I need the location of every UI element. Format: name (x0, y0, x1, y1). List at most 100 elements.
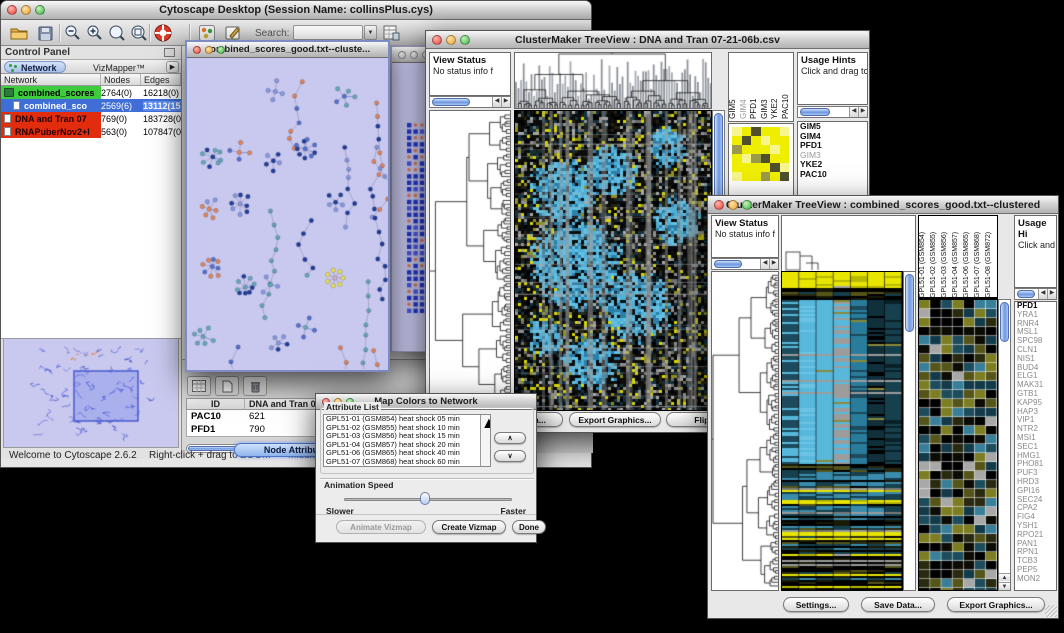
create-vizmapbutton[interactable]: Create Vizmap (432, 520, 506, 534)
matrix-cell (742, 163, 752, 172)
donebutton[interactable]: Done (512, 520, 546, 534)
row-labels-panel: PFD1YRA1RNR4MSL1SPC98CLN1NIS1BUD4ELG1MAK… (1014, 301, 1057, 591)
animation-speed-label: Animation Speed (324, 480, 393, 490)
network-edges-count: 16218(0) (143, 88, 181, 98)
window-controls (7, 5, 45, 15)
resize-grip[interactable] (1045, 605, 1057, 617)
float-panel-icon[interactable] (164, 48, 175, 57)
close-icon[interactable] (193, 46, 201, 54)
zoom-out-icon[interactable] (63, 23, 83, 43)
save-disk-icon[interactable] (35, 23, 55, 43)
move-up-button[interactable]: ∧ (494, 432, 526, 444)
heatmap-zoom[interactable] (918, 299, 998, 591)
column-edges[interactable]: Edges (141, 74, 181, 85)
minimize-icon[interactable] (728, 200, 738, 210)
summary-matrix[interactable] (732, 127, 790, 181)
network-list-row[interactable]: combined_sco2569(6)13112(15) (1, 99, 181, 112)
search-label: Search: (255, 28, 289, 39)
close-icon[interactable] (432, 35, 442, 45)
attribute-list-vscrollbar[interactable]: ▲▼ (480, 415, 490, 466)
column-id[interactable]: ID (187, 399, 245, 409)
heatmap-global[interactable] (781, 271, 903, 591)
usage-hints-hscrollbar[interactable]: ◀▶ (1014, 288, 1057, 300)
heatmap-zoom-vscrollbar[interactable]: ▲▼ (998, 299, 1011, 591)
export-graphics-button[interactable]: Export Graphics... (947, 597, 1045, 612)
minimize-icon[interactable] (21, 5, 31, 15)
close-icon[interactable] (398, 51, 406, 59)
matrix-cell (732, 163, 742, 172)
matrix-cell (732, 136, 742, 145)
column-label: GIM5 (729, 53, 740, 119)
minimize-icon[interactable] (446, 35, 456, 45)
zoom-fit-selected-icon[interactable] (129, 23, 149, 43)
network-overview[interactable] (3, 338, 179, 448)
search-input[interactable] (293, 25, 363, 40)
gene-list: PFD1YRA1RNR4MSL1SPC98CLN1NIS1BUD4ELG1MAK… (1015, 302, 1056, 584)
view-status-hscrollbar[interactable]: ◀▶ (711, 258, 779, 270)
matrix-cell (751, 136, 761, 145)
minimize-icon[interactable] (205, 46, 213, 54)
matrix-cell (761, 172, 771, 181)
zoom-window-icon[interactable] (460, 35, 470, 45)
toolbar-separator (149, 24, 150, 42)
slider-thumb[interactable] (420, 492, 430, 505)
zoom-in-icon[interactable] (85, 23, 105, 43)
zoom-window-icon[interactable] (742, 200, 752, 210)
usage-hints-panel: Usage Hi Click and (1014, 215, 1057, 288)
column-network[interactable]: Network (1, 74, 101, 85)
open-folder-icon[interactable] (9, 23, 29, 43)
row-dendrogram[interactable] (429, 110, 511, 411)
zoom-window-icon[interactable] (217, 46, 225, 54)
column-nodes[interactable]: Nodes (101, 74, 141, 85)
tab-network[interactable]: Network (4, 61, 66, 73)
row-dendrogram[interactable] (711, 271, 779, 591)
move-down-button[interactable]: ∨ (494, 450, 526, 462)
column-dendrogram[interactable] (781, 215, 916, 273)
attribute-listbox[interactable]: GPL51-01 (GSM854) heat shock 05 minGPL51… (323, 414, 491, 467)
help-lifering-icon[interactable] (153, 23, 173, 43)
delete-attribute-trash-icon[interactable] (243, 376, 267, 396)
animate-vizmapbutton: Animate Vizmap (336, 520, 426, 534)
window-controls (193, 46, 225, 54)
tab-vizmapper[interactable]: VizMapper™ (93, 62, 145, 74)
network1-canvas[interactable] (187, 58, 388, 369)
zoom-actual-icon[interactable] (107, 23, 127, 43)
network-name-cell: combined_sco (1, 99, 101, 112)
column-dendrogram[interactable] (514, 52, 712, 109)
minimize-icon[interactable] (410, 51, 418, 59)
close-icon[interactable] (714, 200, 724, 210)
tab-overflow-arrow-icon[interactable]: ▶ (166, 61, 179, 73)
treeview1-titlebar[interactable]: ClusterMaker TreeView : DNA and Tran 07-… (426, 31, 869, 49)
view-status-hscrollbar[interactable]: ◀▶ (429, 96, 511, 108)
settings-button[interactable]: Settings... (783, 597, 849, 612)
new-attribute-icon[interactable] (215, 376, 239, 396)
matrix-cell (761, 127, 771, 136)
network-list-row[interactable]: RNAPuberNov2+I563(0)107847(0) (1, 125, 181, 138)
network1-titlebar[interactable]: combined_scores_good.txt--cluste... (187, 42, 388, 58)
zoom-window-icon[interactable] (35, 5, 45, 15)
network-list-row[interactable]: combined_scores2764(0)16218(0) (1, 86, 181, 99)
heatmap-global[interactable] (514, 110, 712, 411)
save-data-button[interactable]: Save Data... (861, 597, 935, 612)
export-graphics-button[interactable]: Export Graphics... (569, 412, 661, 427)
network-mini-icon (9, 64, 17, 72)
usage-hints-hscrollbar[interactable]: ◀▶ (797, 106, 868, 118)
column-label: GPL51-02 (GSM855) (930, 216, 941, 298)
network-table-header: Network Nodes Edges (1, 74, 181, 86)
attribute-item[interactable]: GPL51-07 (GSM868) heat shock 60 min (324, 458, 490, 467)
column-label: GPL51-07 (GSM868) (974, 216, 985, 298)
network-list-row[interactable]: DNA and Tran 07769(0)183728(0) (1, 112, 181, 125)
heatmap-vscrollbar[interactable] (903, 271, 916, 591)
column-label: YKE2 (771, 53, 782, 119)
matrix-cell (780, 145, 790, 154)
search-dropdown-icon[interactable]: ▼ (364, 25, 377, 40)
matrix-cell (770, 163, 780, 172)
network-name: RNAPuberNov2+I (13, 127, 92, 137)
select-attributes-icon[interactable] (187, 376, 211, 396)
close-icon[interactable] (7, 5, 17, 15)
network-table-filler (1, 138, 181, 339)
treeview2-titlebar[interactable]: ClusterMaker TreeView : combined_scores_… (708, 196, 1058, 214)
column-label: GPL51-06 (GSM865) (963, 216, 974, 298)
main-titlebar[interactable]: Cytoscape Desktop (Session Name: collins… (1, 1, 591, 20)
matrix-cell (761, 154, 771, 163)
